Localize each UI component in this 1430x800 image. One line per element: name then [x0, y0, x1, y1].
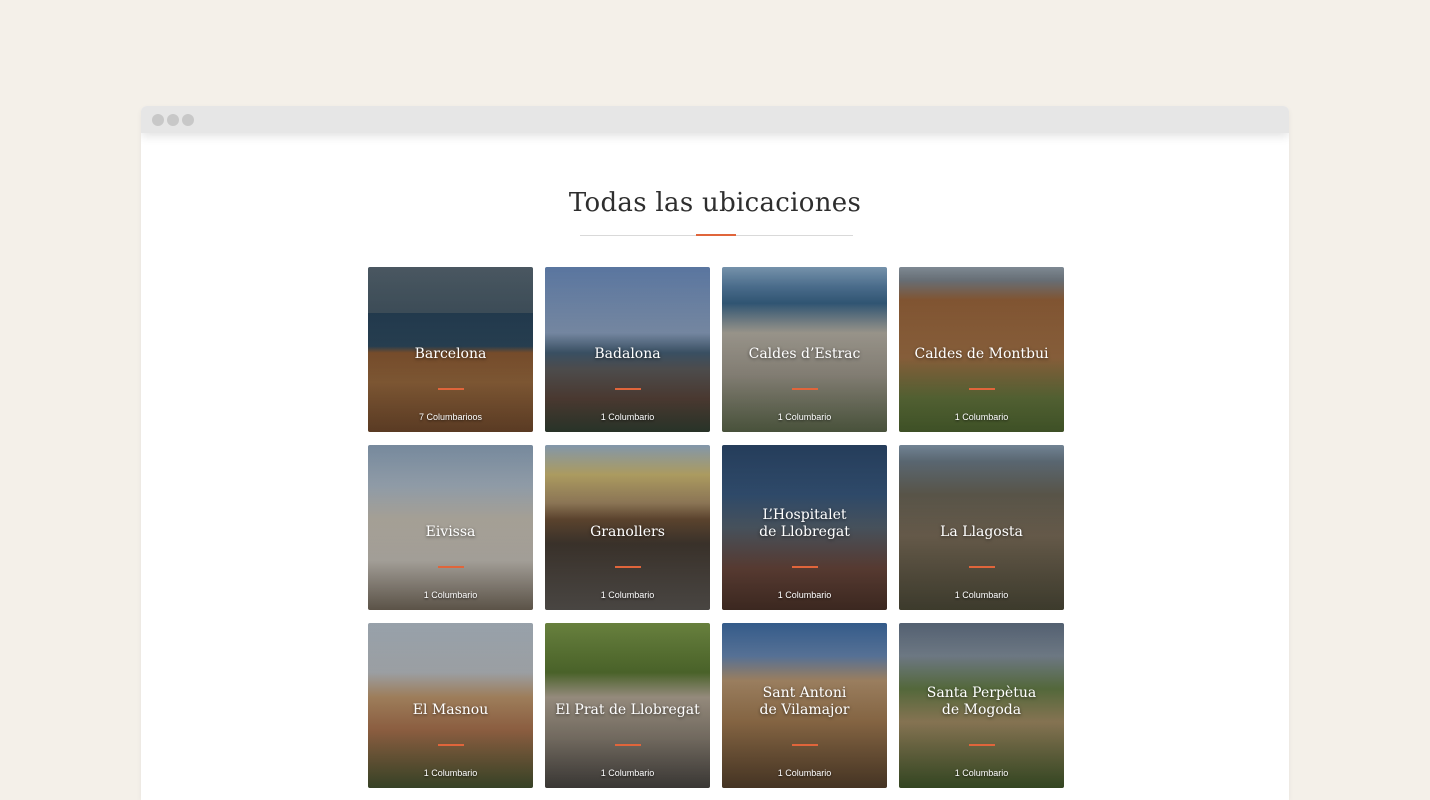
location-count: 1 Columbario [600, 412, 655, 422]
window-maximize-dot[interactable] [182, 113, 194, 126]
browser-titlebar [141, 106, 1289, 133]
page-content: Todas las ubicaciones Barcelona 7 Columb… [141, 133, 1289, 800]
location-name: L’Hospitalet de Llobregat [759, 507, 850, 540]
location-card-barcelona[interactable]: Barcelona 7 Columbarioos [368, 267, 533, 432]
location-name: Badalona [594, 346, 661, 362]
location-name: Caldes d’Estrac [748, 346, 861, 362]
location-count: 1 Columbario [777, 590, 832, 600]
location-count: 1 Columbario [777, 412, 832, 422]
location-card-el-prat-de-llobregat[interactable]: El Prat de Llobregat 1 Columbario [545, 623, 710, 788]
location-card-caldes-de-montbui[interactable]: Caldes de Montbui 1 Columbario [899, 267, 1064, 432]
location-accent-bar [791, 744, 818, 746]
location-card-el-masnou[interactable]: El Masnou 1 Columbario [368, 623, 533, 788]
location-count: 1 Columbario [954, 412, 1009, 422]
location-name: Granollers [590, 524, 665, 540]
location-accent-bar [437, 566, 464, 568]
location-count: 1 Columbario [954, 590, 1009, 600]
location-card-caldes-destrac[interactable]: Caldes d’Estrac 1 Columbario [722, 267, 887, 432]
location-accent-bar [968, 566, 995, 568]
location-card-santa-perpetua-de-mogoda[interactable]: Santa Perpètua de Mogoda 1 Columbario [899, 623, 1064, 788]
location-card-la-llagosta[interactable]: La Llagosta 1 Columbario [899, 445, 1064, 610]
location-name: El Prat de Llobregat [555, 702, 700, 718]
location-count: 1 Columbario [777, 768, 832, 778]
location-name: Santa Perpètua de Mogoda [926, 685, 1037, 718]
location-name: Barcelona [414, 346, 487, 362]
browser-window: Todas las ubicaciones Barcelona 7 Columb… [141, 106, 1289, 800]
location-accent-bar [791, 388, 818, 390]
page-title: Todas las ubicaciones [568, 188, 862, 218]
location-card-sant-antoni-de-vilamajor[interactable]: Sant Antoni de Vilamajor 1 Columbario [722, 623, 887, 788]
location-card-granollers[interactable]: Granollers 1 Columbario [545, 445, 710, 610]
location-accent-bar [968, 388, 995, 390]
location-count: 1 Columbario [423, 768, 478, 778]
window-minimize-dot[interactable] [167, 113, 179, 126]
title-divider-accent [696, 234, 736, 236]
location-name: Caldes de Montbui [914, 346, 1049, 362]
locations-grid: Barcelona 7 Columbarioos Badalona 1 Colu… [368, 267, 1065, 788]
location-count: 7 Columbarioos [418, 412, 483, 422]
location-accent-bar [437, 744, 464, 746]
location-card-eivissa[interactable]: Eivissa 1 Columbario [368, 445, 533, 610]
location-count: 1 Columbario [600, 590, 655, 600]
location-name: Sant Antoni de Vilamajor [759, 685, 850, 718]
location-accent-bar [614, 388, 641, 390]
location-name: Eivissa [425, 524, 476, 540]
location-card-badalona[interactable]: Badalona 1 Columbario [545, 267, 710, 432]
location-name: La Llagosta [940, 524, 1023, 540]
location-count: 1 Columbario [600, 768, 655, 778]
window-close-dot[interactable] [152, 113, 164, 126]
location-count: 1 Columbario [423, 590, 478, 600]
location-accent-bar [968, 744, 995, 746]
location-name: El Masnou [412, 702, 489, 718]
location-accent-bar [614, 566, 641, 568]
location-card-lhospitalet-de-llobregat[interactable]: L’Hospitalet de Llobregat 1 Columbario [722, 445, 887, 610]
location-count: 1 Columbario [954, 768, 1009, 778]
location-accent-bar [791, 566, 818, 568]
location-accent-bar [437, 388, 464, 390]
location-accent-bar [614, 744, 641, 746]
